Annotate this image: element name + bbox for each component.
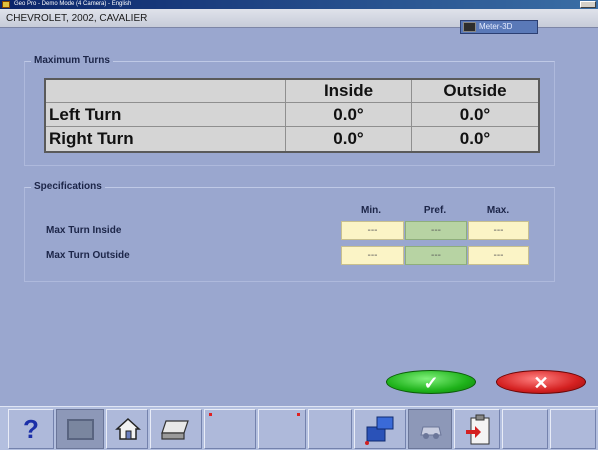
meter-indicator[interactable]: Meter-3D [460,20,538,34]
help-icon: ? [23,414,39,444]
spec-outside-pref: --- [405,246,467,265]
row-label-left-turn: Left Turn [46,103,286,127]
vehicle-name: CHEVROLET, 2002, CAVALIER [6,13,148,24]
toolbar-slot-7[interactable] [308,409,352,449]
right-turn-outside-value: 0.0° [459,129,491,148]
spec-label-max-turn-outside: Max Turn Outside [46,250,130,261]
spec-inside-pref: --- [405,221,467,240]
meter-label: Meter-3D [479,22,513,31]
spec-column-max: Max. [486,205,510,216]
printer-icon [161,420,189,440]
home-button[interactable] [106,409,148,449]
table-corner [46,80,286,103]
toolbar-slot-5[interactable] [204,409,256,449]
app-icon [2,1,10,8]
specifications-label: Specifications [31,181,105,192]
toolbar-slot-12[interactable] [550,409,596,449]
vehicle-bar: CHEVROLET, 2002, CAVALIER Meter-3D [0,9,598,34]
display-button[interactable] [56,409,104,449]
network-button[interactable] [354,409,406,449]
window-title: Geo Pro - Demo Mode (4 Camera) - English [14,1,132,7]
toolbar-slot-6[interactable] [258,409,306,449]
spec-outside-min: --- [341,246,404,265]
indicator-mark [297,413,300,416]
print-button[interactable] [150,409,202,449]
cancel-button[interactable]: ✕ [496,370,586,394]
column-header-outside: Outside [412,80,538,103]
spec-inside-min: --- [341,221,404,240]
spec-column-pref: Pref. [423,205,447,216]
spec-inside-max: --- [468,221,529,240]
maximum-turns-label: Maximum Turns [31,55,113,66]
left-turn-inside-value: 0.0° [286,103,412,127]
monitor-icon [67,419,94,440]
window-title-bar: Geo Pro - Demo Mode (4 Camera) - English [0,0,598,9]
indicator-mark [209,413,212,416]
bottom-toolbar: ? [0,406,598,450]
window-controls[interactable] [580,1,596,8]
spec-column-min: Min. [361,205,381,216]
toolbar-slot-11[interactable] [502,409,548,449]
row-label-right-turn: Right Turn [46,127,286,151]
home-icon [115,417,141,440]
left-turn-outside-value: 0.0° [412,103,538,127]
vehicle-icon [420,426,442,439]
ok-button[interactable]: ✓ [386,370,476,394]
maximum-turns-table: Inside Outside Left Turn 0.0° 0.0° Right… [44,78,540,153]
meter-icon [463,22,476,32]
network-icon [365,416,394,445]
clipboard-icon [466,414,490,445]
column-header-inside: Inside [286,80,412,103]
import-button[interactable] [454,409,500,449]
vehicle-button[interactable] [408,409,452,449]
spec-label-max-turn-inside: Max Turn Inside [46,225,122,236]
help-button[interactable]: ? [8,409,54,449]
spec-outside-max: --- [468,246,529,265]
right-turn-inside-value: 0.0° [286,127,412,151]
